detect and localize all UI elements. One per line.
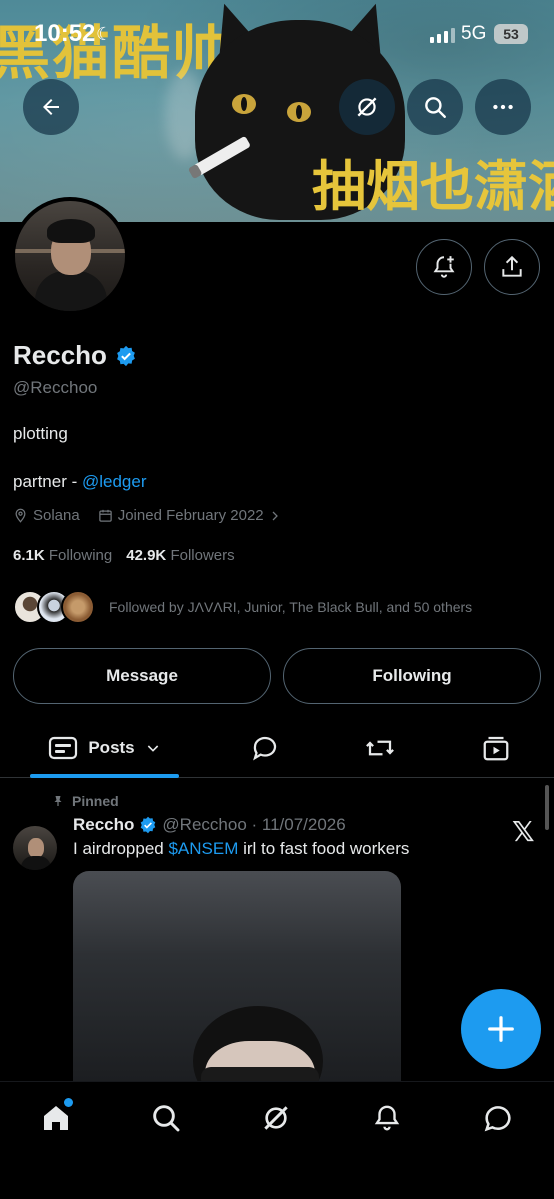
tab-replies[interactable] — [235, 718, 295, 778]
profile-avatar[interactable] — [11, 197, 129, 315]
network-type: 5G — [461, 23, 487, 44]
active-tab-indicator — [30, 774, 179, 778]
follower-avatar — [61, 590, 95, 624]
search-icon — [153, 1105, 180, 1132]
following-stat[interactable]: 6.1K Following — [13, 547, 112, 564]
post-cashtag-link[interactable]: $ANSEM — [168, 839, 238, 858]
pin-icon — [54, 796, 62, 806]
post-text-suffix: irl to fast food workers — [238, 839, 410, 858]
avatar-image — [15, 201, 125, 311]
video-play-icon — [483, 736, 509, 761]
location-pin-icon — [15, 508, 26, 523]
scrollbar[interactable] — [545, 785, 549, 830]
display-name-text: Reccho — [13, 340, 107, 370]
pinned-label: Pinned — [52, 793, 119, 809]
grok-icon — [264, 1106, 288, 1130]
bottom-navigation — [0, 1081, 554, 1199]
status-bar: 10:52 ☾ 5G 53 — [0, 0, 554, 66]
joined-text: Joined February 2022 — [117, 507, 264, 524]
tab-posts-label: Posts — [88, 738, 135, 757]
tab-posts[interactable]: Posts — [30, 718, 179, 778]
bell-icon — [374, 1105, 400, 1131]
nav-grok[interactable] — [246, 1096, 306, 1140]
notification-dot — [64, 1098, 73, 1107]
calendar-icon — [98, 509, 112, 522]
search-icon — [425, 97, 446, 118]
post-author-avatar[interactable] — [13, 826, 57, 870]
following-count: 6.1K — [13, 547, 45, 564]
search-button[interactable] — [407, 79, 463, 135]
nav-search[interactable] — [136, 1096, 196, 1140]
followed-by-text: Followed by JΛVΛRI, Junior, The Black Bu… — [109, 599, 473, 615]
bio-line-1: plotting — [13, 424, 68, 443]
profile-meta: Solana Joined February 2022 — [13, 507, 299, 524]
user-handle: @Recchoo — [13, 378, 98, 397]
followers-label: Followers — [170, 547, 235, 564]
reply-bubble-icon — [253, 736, 277, 761]
chevron-right-icon — [272, 511, 278, 520]
post-avatar-body — [21, 856, 51, 870]
profile-tabs: Posts — [0, 718, 554, 778]
posts-feed-icon — [49, 736, 78, 760]
display-name: Reccho — [13, 340, 137, 371]
post-meta: @Recchoo · 11/07/2026 — [162, 815, 346, 834]
post-text-prefix: I airdropped — [73, 839, 169, 858]
status-time: 10:52 — [34, 20, 96, 47]
share-button[interactable] — [484, 239, 540, 295]
grok-icon — [357, 97, 377, 117]
tab-reposts[interactable] — [350, 718, 410, 778]
joined-date[interactable]: Joined February 2022 — [98, 507, 281, 524]
chevron-down-icon[interactable] — [145, 740, 161, 756]
follow-stats: 6.1K Following 42.9K Followers — [13, 547, 235, 564]
plus-icon — [488, 1016, 514, 1042]
moon-icon: ☾ — [96, 24, 113, 44]
message-button[interactable]: Message — [13, 648, 271, 704]
bell-plus-icon — [433, 256, 455, 278]
avatar-hair — [47, 219, 95, 243]
repost-icon — [366, 740, 394, 756]
compose-button[interactable] — [461, 989, 541, 1069]
signal-icon — [430, 25, 455, 43]
notifications-button[interactable] — [416, 239, 472, 295]
cat-eye-left — [232, 94, 256, 114]
followers-stat[interactable]: 42.9K Followers — [126, 547, 234, 564]
chat-bubble-icon — [484, 1106, 511, 1132]
following-label: Following — [48, 547, 113, 564]
followed-by[interactable]: Followed by JΛVΛRI, Junior, The Black Bu… — [13, 590, 472, 624]
nav-notifications[interactable] — [357, 1096, 417, 1140]
post-avatar-face — [28, 838, 44, 858]
bio-partner-link[interactable]: @ledger — [82, 472, 147, 491]
media-sunglasses — [201, 1067, 319, 1081]
pinned-text: Pinned — [72, 793, 119, 809]
nav-messages[interactable] — [468, 1096, 528, 1140]
post-text: I airdropped $ANSEM irl to fast food wor… — [73, 839, 409, 859]
bio-line-2: partner - @ledger — [13, 472, 147, 492]
back-button[interactable] — [23, 79, 79, 135]
cat-eye-right — [287, 102, 311, 122]
share-icon — [502, 255, 522, 277]
verified-badge-icon — [141, 816, 156, 834]
verified-badge-icon[interactable] — [115, 345, 137, 367]
x-logo-icon: 𝕏 — [512, 816, 535, 847]
nav-home[interactable] — [26, 1096, 86, 1140]
grok-button[interactable] — [339, 79, 395, 135]
tab-media[interactable] — [466, 718, 526, 778]
location: Solana — [13, 507, 80, 524]
post-author-name[interactable]: Reccho — [73, 815, 134, 835]
arrow-left-icon — [43, 99, 59, 115]
avatar-body — [35, 271, 107, 311]
more-button[interactable] — [475, 79, 531, 135]
bio-partner-prefix: partner - — [13, 472, 82, 491]
location-text: Solana — [33, 507, 80, 524]
post-header: Reccho @Recchoo · 11/07/2026 — [73, 815, 346, 835]
following-button[interactable]: Following — [283, 648, 541, 704]
battery-icon: 53 — [494, 24, 528, 44]
banner-bottom-text: 抽烟也潇洒 — [312, 155, 554, 218]
followers-count: 42.9K — [126, 547, 167, 564]
post-media-image[interactable] — [73, 871, 401, 1081]
more-horizontal-icon — [493, 104, 513, 110]
